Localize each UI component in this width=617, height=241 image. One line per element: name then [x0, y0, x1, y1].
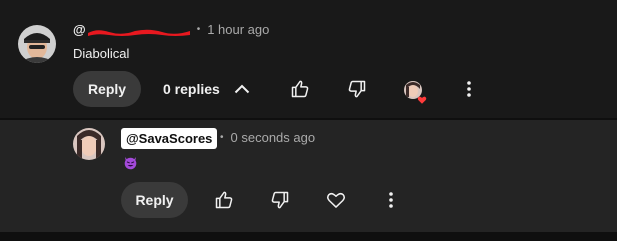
more-actions-button[interactable] [373, 182, 409, 218]
dislike-button[interactable] [262, 182, 298, 218]
creator-heart[interactable] [404, 81, 428, 105]
replier-avatar[interactable] [73, 128, 105, 160]
more-vert-icon [389, 192, 393, 208]
replies-toggle[interactable]: 0 replies [163, 81, 250, 97]
commenter-avatar[interactable] [18, 25, 56, 63]
replies-toggle-label: 0 replies [163, 81, 220, 97]
chevron-up-icon [220, 81, 250, 97]
comment-thread: @ • 1 hour ago Diabolical Reply 0 replie… [0, 0, 617, 118]
like-button[interactable] [206, 182, 242, 218]
more-vert-icon [467, 81, 471, 97]
comment-text: Diabolical [73, 46, 130, 61]
comment-header: @ • 1 hour ago [73, 22, 269, 37]
reply-header: • 0 seconds ago [214, 130, 315, 145]
comment-timestamp[interactable]: 1 hour ago [207, 22, 269, 37]
page-background [0, 232, 617, 241]
reply-button[interactable]: Reply [73, 71, 141, 107]
redaction-mark [87, 25, 191, 36]
reply-thread: @SavaScores • 0 seconds ago Reply [0, 120, 617, 232]
separator-dot: • [196, 24, 201, 35]
creator-heart-icon [417, 92, 427, 104]
separator-dot: • [220, 132, 224, 143]
dislike-button[interactable] [339, 71, 375, 107]
more-actions-button[interactable] [451, 71, 487, 107]
heart-outline-icon [326, 192, 346, 208]
like-icon [291, 80, 309, 98]
commenter-handle[interactable]: @ [73, 22, 86, 37]
like-icon [215, 191, 233, 209]
reply-button[interactable]: Reply [121, 182, 188, 218]
reply-timestamp[interactable]: 0 seconds ago [231, 130, 316, 145]
like-button[interactable] [282, 71, 318, 107]
dislike-icon [348, 80, 366, 98]
dislike-icon [271, 191, 289, 209]
replier-handle[interactable]: @SavaScores [121, 128, 218, 149]
heart-button[interactable] [318, 182, 354, 218]
smiling-devil-emoji [123, 155, 138, 170]
